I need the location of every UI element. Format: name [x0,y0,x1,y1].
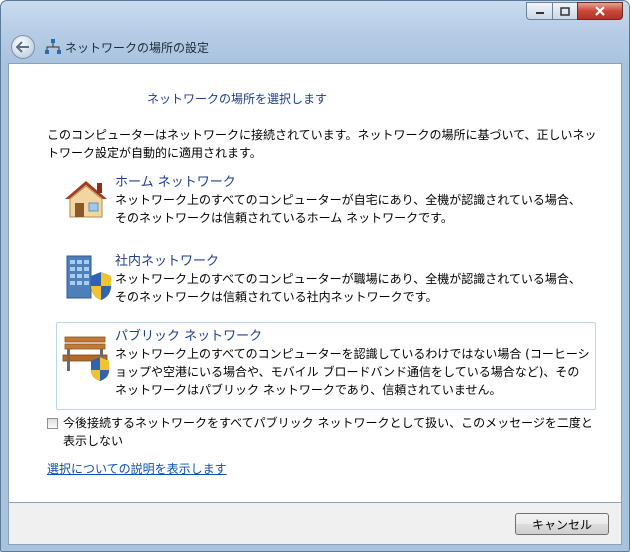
cancel-button[interactable]: キャンセル [515,513,609,535]
minimize-icon [535,12,544,14]
public-network-option[interactable]: パブリック ネットワーク ネットワーク上のすべてのコンピューターを認識しているわ… [56,322,596,410]
window-title: ネットワークの場所の設定 [65,41,210,55]
home-network-option[interactable]: ホーム ネットワーク ネットワーク上のすべてのコンピューターが自宅にあり、全機が… [56,168,596,246]
content-pane: ネットワークの場所を選択します このコンピューターはネットワークに接続されていま… [8,63,622,503]
maximize-icon [560,6,570,16]
back-button[interactable] [11,35,35,59]
dialog-window: ネットワークの場所の設定 ネットワークの場所を選択します このコンピューターはネ… [0,0,630,552]
intro-text: このコンピューターはネットワークに接続されています。ネットワークの場所に基づいて… [47,128,597,160]
park-bench-shield-icon [62,336,109,381]
work-network-option[interactable]: 社内ネットワーク ネットワーク上のすべてのコンピューターが職場にあり、全機が認識… [56,247,596,325]
treat-as-public-checkbox[interactable] [47,418,58,429]
work-network-title: 社内ネットワーク [115,254,220,269]
office-building-shield-icon [66,255,111,300]
network-icon [45,39,61,54]
house-icon [65,181,107,218]
minimize-button[interactable] [526,2,552,20]
home-network-title: ホーム ネットワーク [115,175,236,190]
maximize-button[interactable] [552,2,577,20]
back-arrow-icon [16,41,29,53]
page-heading: ネットワークの場所を選択します [147,92,328,106]
public-network-title: パブリック ネットワーク [115,329,263,344]
title-bar[interactable]: ネットワークの場所の設定 [1,1,629,63]
public-network-description: ネットワーク上のすべてのコンピューターを認識しているわけではない場合 (コーヒー… [115,347,590,397]
footer-bar: キャンセル [8,503,622,545]
caption-buttons [526,2,623,20]
help-link[interactable]: 選択についての説明を表示します [47,460,227,477]
home-network-description: ネットワーク上のすべてのコンピューターが自宅にあり、全機が認識されている場合、そ… [115,193,581,225]
close-button[interactable] [577,2,623,20]
work-network-description: ネットワーク上のすべてのコンピューターが職場にあり、全機が認識されている場合、そ… [115,272,581,304]
close-icon [595,6,605,16]
treat-as-public-label[interactable]: 今後接続するネットワークをすべてパブリック ネットワークとして扱い、このメッセー… [63,414,603,450]
